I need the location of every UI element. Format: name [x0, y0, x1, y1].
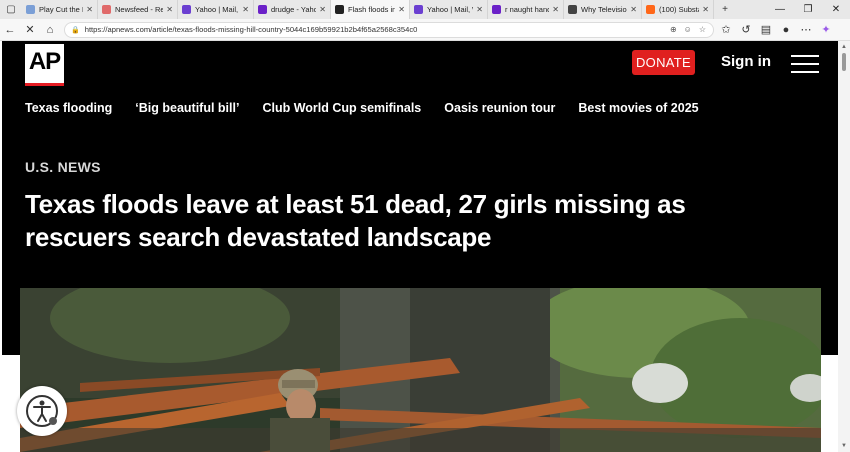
- minimize-icon[interactable]: —: [766, 4, 794, 15]
- tab-close-icon[interactable]: ✕: [86, 5, 93, 14]
- trending-nav: Texas flooding ‘Big beautiful bill’ Club…: [25, 101, 722, 115]
- browser-tab[interactable]: Yahoo | Mail, W✕: [178, 0, 254, 19]
- logo-text: AP: [28, 48, 61, 75]
- accessibility-icon: [26, 395, 58, 427]
- lead-photo[interactable]: [20, 288, 821, 452]
- copilot-icon[interactable]: ✦: [816, 20, 836, 40]
- tab-title: Yahoo | Mail, W: [427, 5, 473, 14]
- donate-button[interactable]: DONATE: [632, 50, 695, 75]
- hamburger-menu-icon[interactable]: [791, 55, 819, 73]
- logo-red-bar: [25, 83, 64, 86]
- tab-close-icon[interactable]: ✕: [242, 5, 249, 14]
- yahoo-icon: [414, 5, 423, 14]
- photo-scene: [20, 288, 821, 452]
- yahoo-search-icon: [258, 5, 267, 14]
- yahoo-icon: [182, 5, 191, 14]
- nav-link[interactable]: Club World Cup semifinals: [262, 101, 421, 115]
- tab-close-icon[interactable]: ✕: [630, 5, 637, 14]
- tab-title: Newsfeed - Re: [115, 5, 164, 14]
- article-icon: [568, 5, 577, 14]
- browser-tab[interactable]: Play Cut the Ro✕: [22, 0, 98, 19]
- browser-tab[interactable]: Why Television ✕: [564, 0, 642, 19]
- ap-icon: [335, 5, 344, 14]
- browser-tab[interactable]: (100) Substack✕: [642, 0, 714, 19]
- browser-tab[interactable]: Yahoo | Mail, W✕: [410, 0, 488, 19]
- zoom-icon[interactable]: ⊕: [670, 25, 677, 34]
- ap-logo[interactable]: AP: [25, 44, 64, 86]
- browser-tab[interactable]: drudge - Yaho ✕: [254, 0, 331, 19]
- tab-close-icon[interactable]: ✕: [702, 5, 709, 14]
- url-text: https://apnews.com/article/texas-floods-…: [84, 25, 418, 34]
- reader-icon[interactable]: ☺: [684, 25, 692, 34]
- tab-title: Flash floods in: [348, 5, 396, 14]
- tab-close-icon[interactable]: ✕: [166, 5, 173, 14]
- substack-icon: [646, 5, 655, 14]
- tab-title: Yahoo | Mail, W: [195, 5, 239, 14]
- favorites-icon[interactable]: ✩: [716, 20, 736, 40]
- accessibility-widget-button[interactable]: [17, 386, 67, 436]
- nav-link[interactable]: ‘Big beautiful bill’: [135, 101, 239, 115]
- history-icon[interactable]: ↺: [736, 20, 756, 40]
- page-scrollbar[interactable]: ▲ ▼: [838, 41, 850, 452]
- nav-link[interactable]: Texas flooding: [25, 101, 112, 115]
- tab-actions-icon[interactable]: ▢: [0, 0, 22, 19]
- scroll-up-icon[interactable]: ▲: [841, 44, 847, 50]
- restore-icon[interactable]: ❐: [794, 4, 822, 15]
- favorite-star-icon[interactable]: ☆: [699, 25, 706, 34]
- profile-avatar[interactable]: ●: [776, 20, 796, 40]
- browser-tab[interactable]: Flash floods in ✕: [331, 0, 410, 19]
- tab-title: Play Cut the Ro: [39, 5, 83, 14]
- lock-icon: 🔒: [71, 26, 80, 34]
- nav-link[interactable]: Best movies of 2025: [578, 101, 698, 115]
- new-tab-button[interactable]: +: [714, 0, 736, 19]
- article-headline: Texas floods leave at least 51 dead, 27 …: [25, 189, 686, 252]
- close-window-icon[interactable]: ✕: [822, 4, 850, 15]
- tab-title: r naught hand: [505, 5, 550, 14]
- tab-title: drudge - Yaho: [271, 5, 317, 14]
- more-options-icon[interactable]: ⋯: [796, 20, 816, 40]
- section-label[interactable]: U.S. NEWS: [25, 159, 101, 175]
- address-bar[interactable]: 🔒 https://apnews.com/article/texas-flood…: [64, 21, 714, 38]
- back-icon[interactable]: ←: [0, 20, 20, 40]
- cut-the-rope-icon: [26, 5, 35, 14]
- scroll-down-icon[interactable]: ▼: [841, 443, 847, 449]
- nav-link[interactable]: Oasis reunion tour: [444, 101, 555, 115]
- signin-link[interactable]: Sign in: [721, 53, 771, 70]
- collections-icon[interactable]: ▤: [756, 20, 776, 40]
- home-icon[interactable]: ⌂: [40, 20, 60, 40]
- tab-bar: ▢ Play Cut the Ro✕Newsfeed - Re✕Yahoo | …: [0, 0, 850, 19]
- tab-title: (100) Substack: [659, 5, 699, 14]
- tab-close-icon[interactable]: ✕: [476, 5, 483, 14]
- tab-close-icon[interactable]: ✕: [398, 5, 405, 14]
- newsfeed-icon: [102, 5, 111, 14]
- browser-toolbar: ← ✕ ⌂ 🔒 https://apnews.com/article/texas…: [0, 19, 850, 41]
- tab-close-icon[interactable]: ✕: [552, 5, 559, 14]
- tab-close-icon[interactable]: ✕: [319, 5, 326, 14]
- web-page: AP DONATE Sign in Texas flooding ‘Big be…: [0, 41, 838, 452]
- browser-tab[interactable]: r naught hand ✕: [488, 0, 564, 19]
- yahoo-search-icon: [492, 5, 501, 14]
- stop-loading-icon[interactable]: ✕: [20, 20, 40, 40]
- scroll-thumb[interactable]: [842, 53, 846, 71]
- tab-title: Why Television: [581, 5, 628, 14]
- browser-tab[interactable]: Newsfeed - Re ✕: [98, 0, 178, 19]
